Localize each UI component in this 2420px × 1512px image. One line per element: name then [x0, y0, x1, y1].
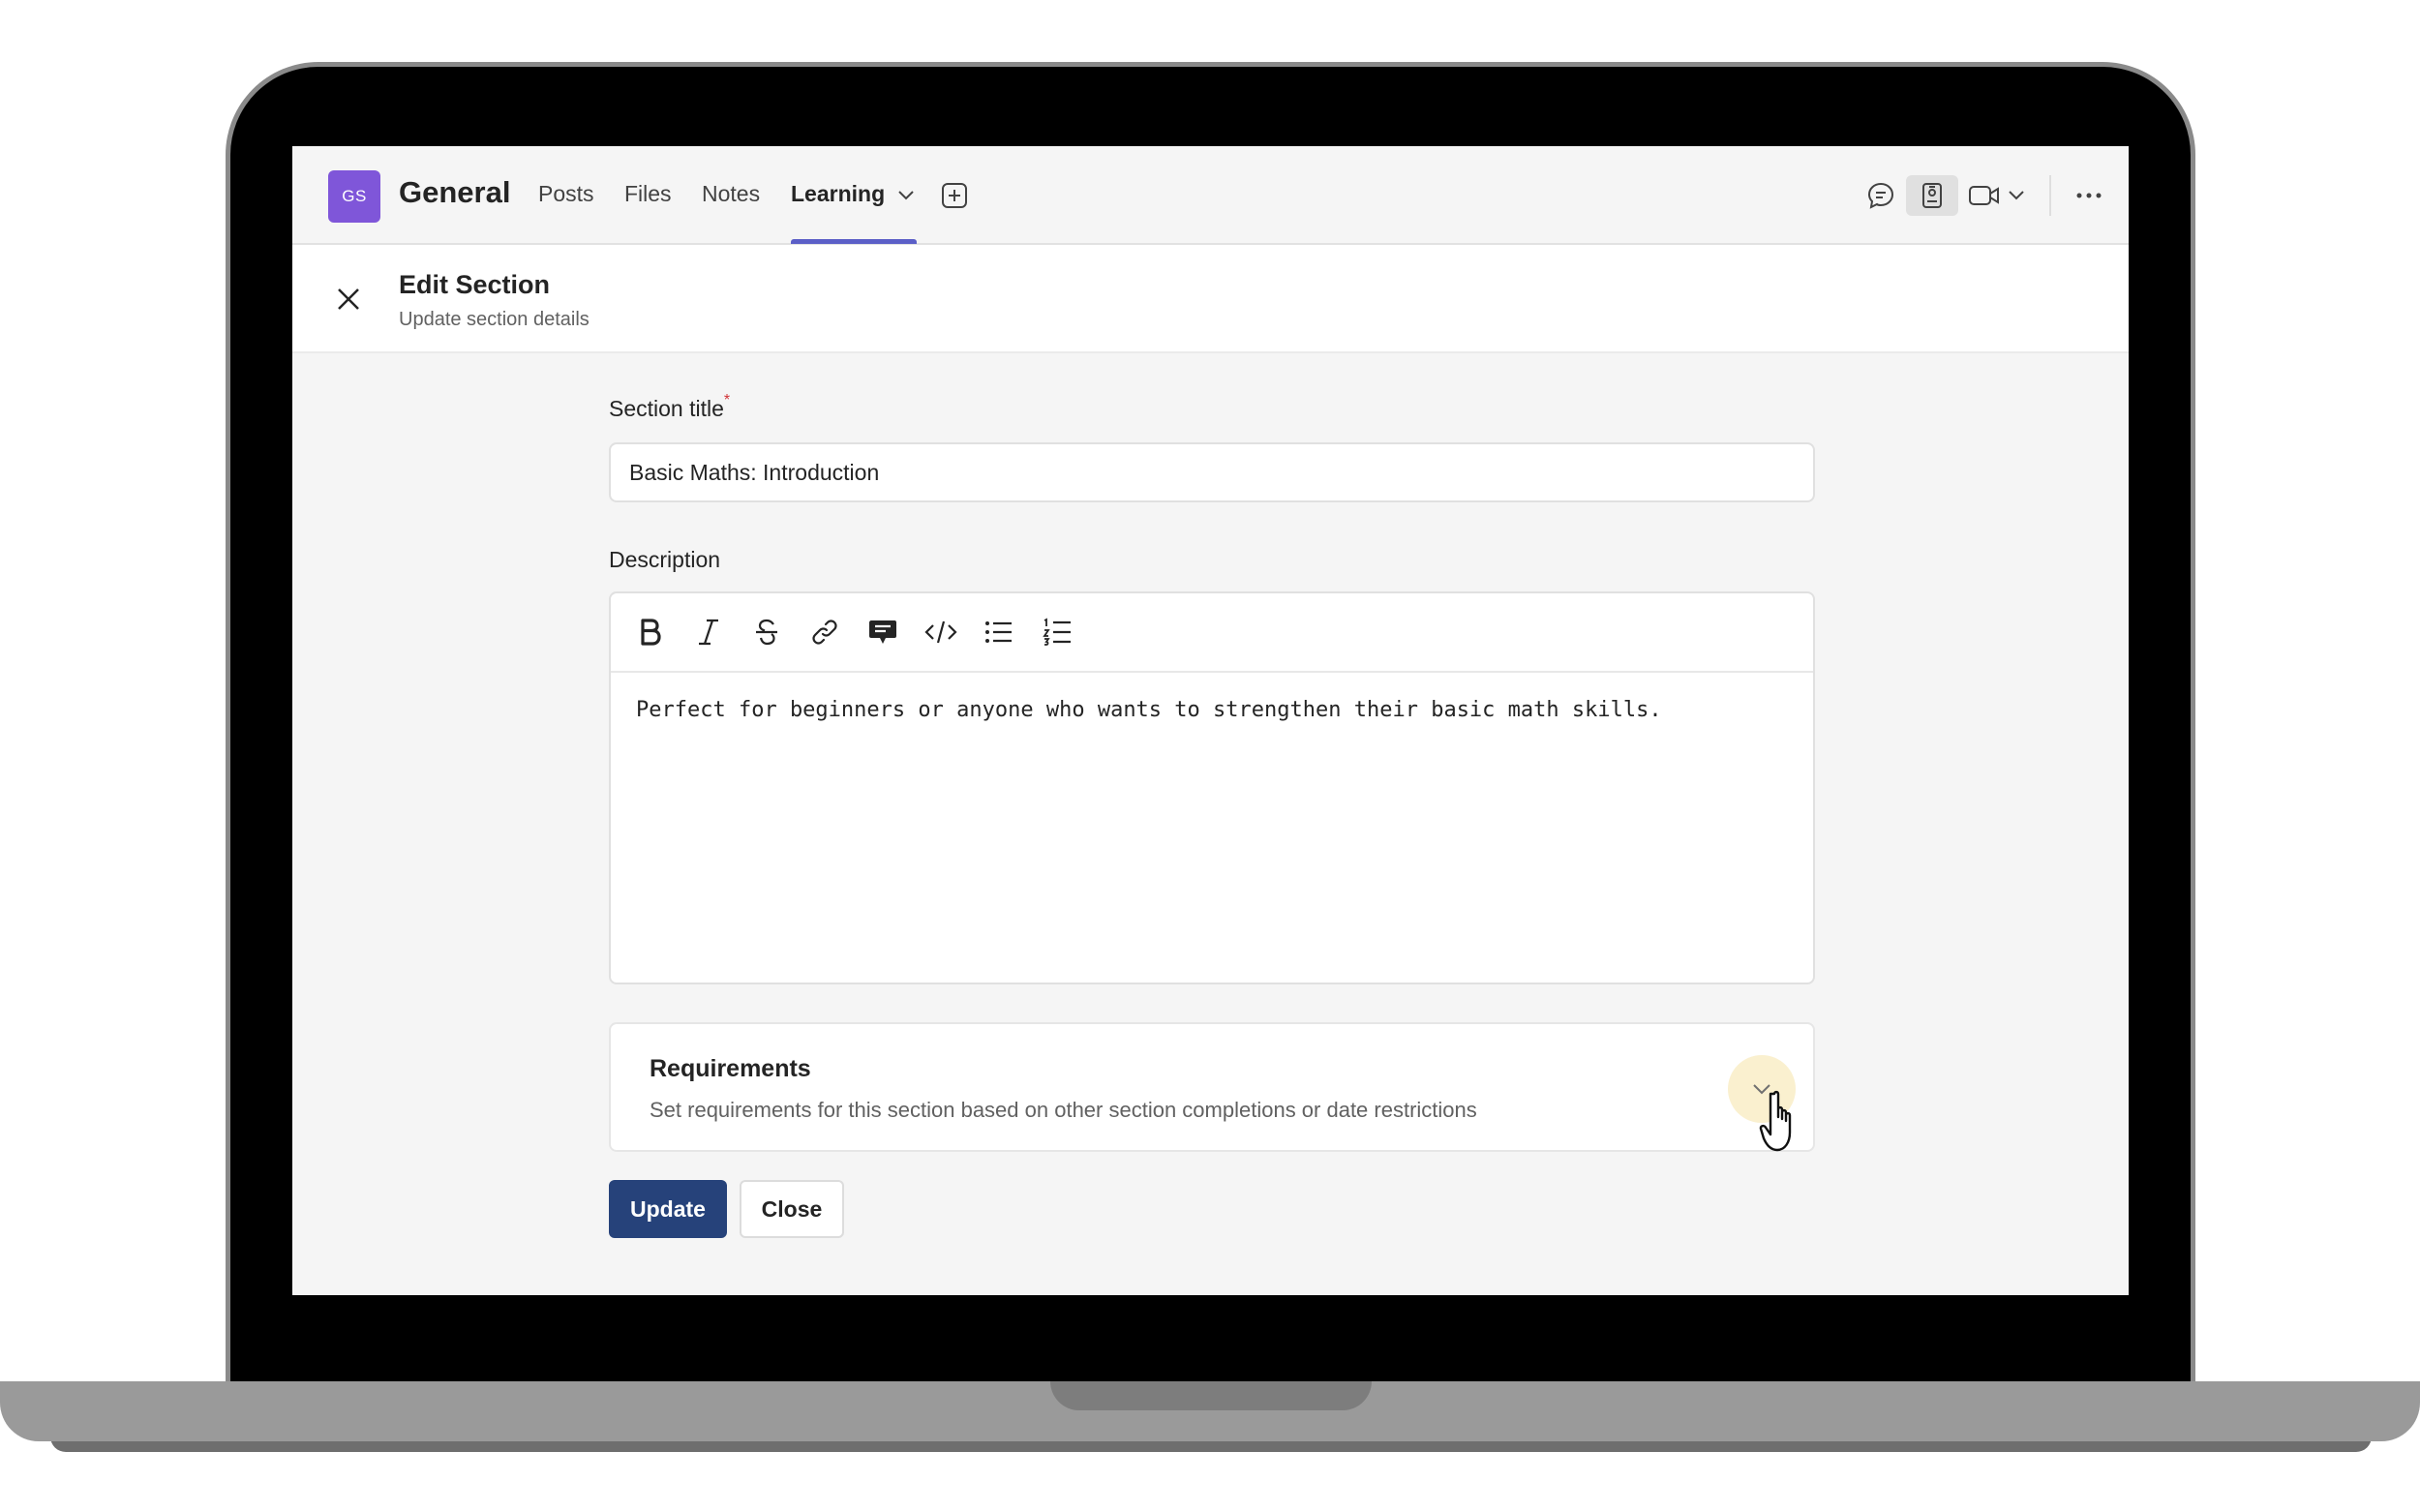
channel-name: General [399, 175, 511, 209]
active-tab-indicator [791, 239, 917, 244]
requirements-panel[interactable]: Requirements Set requirements for this s… [609, 1022, 1815, 1152]
strikethrough-icon[interactable] [748, 614, 785, 650]
tab-files[interactable]: Files [624, 181, 672, 207]
required-marker: * [723, 392, 731, 408]
section-title-label-text: Section title [609, 396, 724, 421]
close-icon[interactable] [329, 280, 368, 318]
description-text: Perfect for beginners or anyone who want… [636, 698, 1662, 722]
chevron-down-icon[interactable] [2005, 183, 2028, 206]
laptop-notch [1050, 1381, 1372, 1410]
more-options-icon[interactable] [2070, 177, 2108, 214]
tab-posts[interactable]: Posts [538, 181, 594, 207]
toolbar-divider [2049, 175, 2051, 216]
description-editor[interactable]: Perfect for beginners or anyone who want… [609, 591, 1815, 984]
meeting-notes-icon[interactable] [1906, 175, 1958, 216]
section-title-input[interactable]: Basic Maths: Introduction [609, 442, 1815, 502]
bold-icon[interactable] [632, 614, 669, 650]
channel-header: GS General Posts Files Notes Learning [292, 146, 2129, 245]
section-title-label: Section title* [609, 392, 730, 422]
video-call-icon[interactable] [1966, 178, 2003, 213]
update-button[interactable]: Update [609, 1180, 727, 1238]
editor-toolbar [611, 593, 1813, 673]
team-avatar[interactable]: GS [328, 170, 380, 223]
tab-learning[interactable]: Learning [791, 181, 885, 207]
comment-icon[interactable] [864, 614, 901, 650]
add-tab-icon[interactable] [939, 180, 970, 211]
code-icon[interactable] [923, 614, 959, 650]
edit-section-header: Edit Section Update section details [292, 245, 2129, 353]
description-label: Description [609, 547, 721, 572]
numbered-list-icon[interactable] [1039, 614, 1075, 650]
page-subtitle: Update section details [399, 309, 590, 330]
requirements-title: Requirements [650, 1055, 811, 1082]
section-title-value: Basic Maths: Introduction [629, 459, 880, 485]
app-screen: GS General Posts Files Notes Learning Ed… [292, 146, 2129, 1295]
chevron-down-icon[interactable] [894, 183, 918, 206]
italic-icon[interactable] [690, 614, 727, 650]
close-button[interactable]: Close [740, 1180, 844, 1238]
bullet-list-icon[interactable] [981, 614, 1017, 650]
requirements-description: Set requirements for this section based … [650, 1098, 1477, 1122]
page-title: Edit Section [399, 270, 551, 299]
link-icon[interactable] [806, 614, 843, 650]
tab-notes[interactable]: Notes [702, 181, 760, 207]
hand-cursor-icon [1755, 1090, 1803, 1159]
chat-icon[interactable] [1862, 177, 1899, 214]
